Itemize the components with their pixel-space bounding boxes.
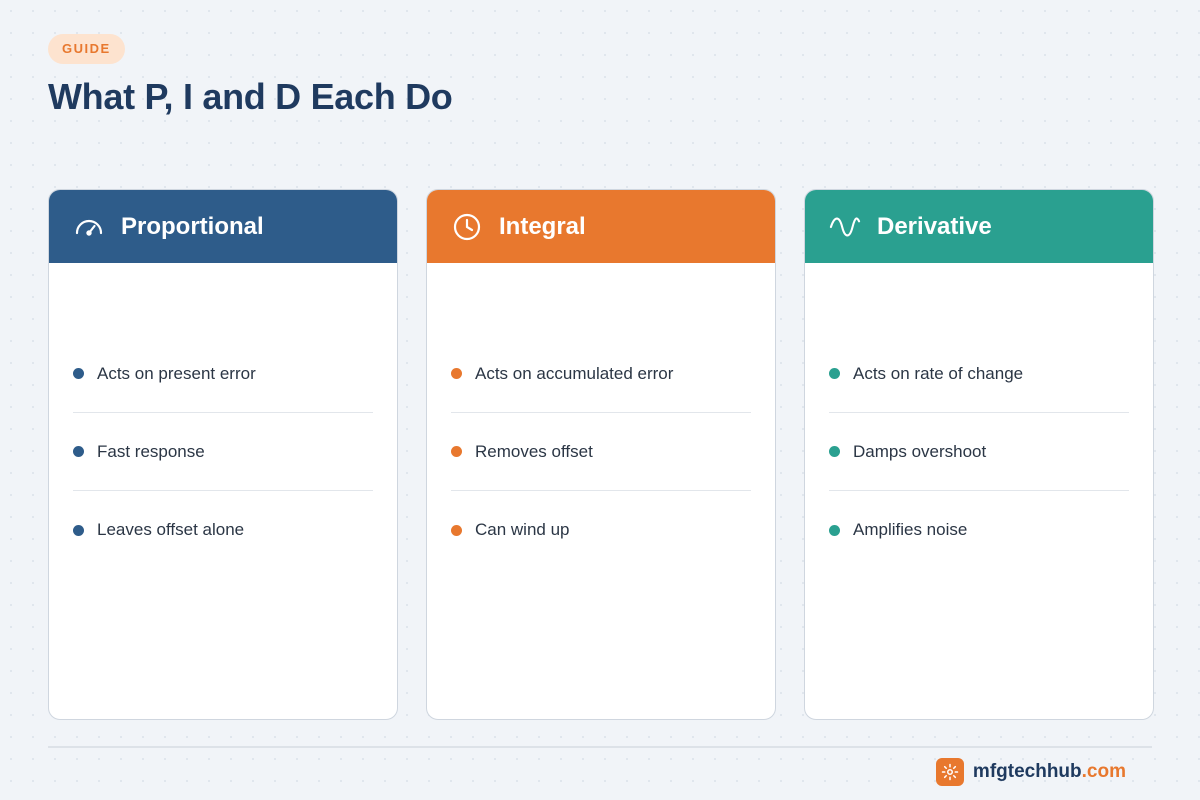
card-header-integral: Integral [427,190,775,263]
card-title-derivative: Derivative [877,212,992,240]
list-item: Leaves offset alone [73,491,373,569]
item-text: Can wind up [475,520,570,539]
card-integral: Integral Acts on accumulated error Remov… [426,189,776,720]
bullet-dot [73,524,84,536]
bullet-dot [829,524,840,536]
item-text: Removes offset [475,441,593,461]
guide-badge: GUIDE [48,34,125,64]
list-item: Can wind up [451,491,751,569]
brand-link[interactable]: mfgtechhub.com [935,758,1126,786]
list-item: Damps overshoot [829,413,1129,491]
card-header-derivative: Derivative [805,190,1153,263]
card-list-integral: Acts on accumulated error Removes offset… [427,263,775,569]
list-item: Acts on accumulated error [451,335,751,413]
card-list-proportional: Acts on present error Fast response Leav… [49,263,397,569]
bullet-dot [73,446,84,457]
card-derivative: Derivative Acts on rate of change Damps … [804,189,1154,720]
bullet-dot [451,524,462,536]
clock-icon [451,211,483,243]
item-text: Acts on rate of change [853,363,1024,383]
cards-row: Proportional Acts on present error Fast … [48,189,1154,720]
list-item: Acts on present error [73,335,373,413]
item-text: Leaves offset alone [97,520,245,539]
list-item: Acts on rate of change [829,335,1129,413]
card-list-derivative: Acts on rate of change Damps overshoot A… [805,263,1153,569]
list-item: Fast response [73,413,373,491]
item-text: Damps overshoot [853,441,987,461]
item-text: Acts on present error [97,363,256,383]
brand-wordmark: mfgtechhub.com [973,761,1126,783]
bullet-dot [451,368,462,379]
brand-tld: .com [1081,761,1126,782]
bullet-dot [73,368,84,379]
gauge-icon [73,211,105,243]
wave-icon [829,211,861,243]
bullet-dot [829,446,840,457]
list-item: Amplifies noise [829,491,1129,569]
brand-name: mfgtechhub [972,761,1082,782]
card-header-proportional: Proportional [49,190,397,263]
item-text: Acts on accumulated error [475,363,674,383]
card-title-integral: Integral [499,212,586,240]
gear-icon [935,758,964,786]
bullet-dot [829,368,840,379]
page-title: What P, I and D Each Do [48,76,453,117]
card-title-proportional: Proportional [121,212,264,240]
list-item: Removes offset [451,413,751,491]
bullet-dot [451,446,462,457]
card-proportional: Proportional Acts on present error Fast … [48,189,398,720]
item-text: Fast response [97,441,205,461]
item-text: Amplifies noise [853,520,968,539]
footer-divider [48,746,1152,748]
